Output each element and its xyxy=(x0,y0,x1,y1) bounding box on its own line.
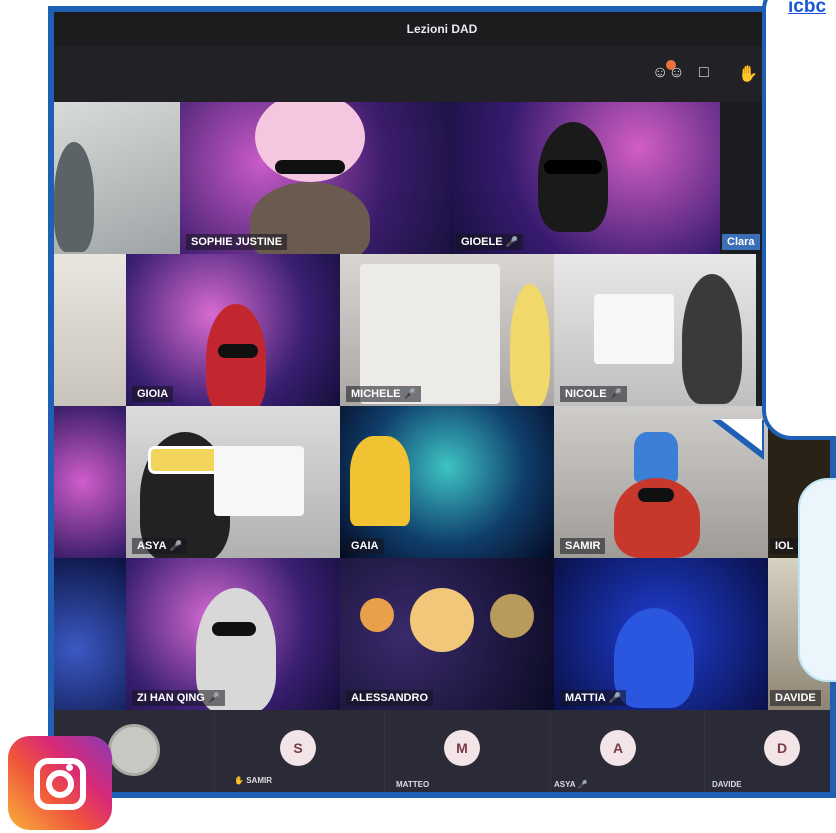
participant-strip: S ✋ SAMIR M MATTEO A ASYA 🎤 D DAVIDE xyxy=(54,710,830,792)
participant-name: Clara xyxy=(722,234,760,250)
participant-name: NICOLE 🎤 xyxy=(560,386,628,402)
mic-icon: 🎤 xyxy=(207,693,221,704)
participant-strip-name: MATTEO xyxy=(396,780,430,789)
avatar: A xyxy=(600,730,636,766)
video-tile[interactable]: GAIA xyxy=(340,406,554,558)
video-tile[interactable]: GIOELE 🎤 xyxy=(450,102,720,254)
mic-icon: 🎤 xyxy=(577,780,588,789)
mic-icon: 🎤 xyxy=(609,389,623,400)
speech-bubble xyxy=(762,0,836,440)
participant-name: MATTIA 🎤 xyxy=(560,690,627,706)
raise-hand-icon: ✋ xyxy=(234,776,244,785)
notification-badge xyxy=(666,60,676,70)
participant-name: DAVIDE xyxy=(770,690,821,706)
video-tile[interactable] xyxy=(54,406,126,558)
participant-name: ZI HAN QING 🎤 xyxy=(132,690,226,706)
participant-cell[interactable]: M MATTEO xyxy=(384,710,551,792)
participant-name: ALESSANDRO xyxy=(346,690,434,706)
participant-name: ASYA 🎤 xyxy=(132,538,188,554)
avatar: M xyxy=(444,730,480,766)
participant-name: SOPHIE JUSTINE xyxy=(186,234,288,250)
window-title: Lezioni DAD xyxy=(54,12,830,46)
video-tile[interactable]: MICHELE 🎤 xyxy=(340,254,554,406)
mic-icon: 🎤 xyxy=(403,389,416,400)
instagram-icon[interactable] xyxy=(8,736,112,830)
video-tile[interactable]: ZI HAN QING 🎤 xyxy=(126,558,340,710)
mic-icon: 🎤 xyxy=(608,693,622,704)
participant-name: MICHELE 🎤 xyxy=(346,386,421,402)
video-tile[interactable]: SOPHIE JUSTINE xyxy=(180,102,450,254)
video-tile[interactable]: NICOLE 🎤 xyxy=(554,254,756,406)
participant-name: GIOIA xyxy=(132,386,174,402)
participant-strip-name: ASYA 🎤 xyxy=(554,780,588,789)
video-tile[interactable]: MATTIA 🎤 xyxy=(554,558,768,710)
meeting-window: Lezioni DAD ☺☺ □ ✋ SOPHIE JUSTINE GIOELE… xyxy=(48,6,836,798)
chat-icon[interactable]: □ xyxy=(699,64,709,82)
mic-icon: 🎤 xyxy=(505,237,519,248)
instagram-lens-shape xyxy=(46,770,74,798)
video-tile[interactable]: ALESSANDRO xyxy=(340,558,554,710)
participant-cell[interactable]: S ✋ SAMIR xyxy=(214,710,385,792)
meeting-toolbar: ☺☺ □ ✋ xyxy=(54,46,830,102)
avatar: D xyxy=(764,730,800,766)
avatar: S xyxy=(280,730,316,766)
participant-name: GIOELE 🎤 xyxy=(456,234,524,250)
mic-icon: 🎤 xyxy=(169,541,183,552)
participant-cell[interactable]: D DAVIDE xyxy=(704,710,830,792)
instagram-dot-shape xyxy=(66,764,73,771)
video-tile[interactable] xyxy=(54,558,126,710)
participant-cell[interactable]: A ASYA 🎤 xyxy=(550,710,705,792)
participant-name: GAIA xyxy=(346,538,384,554)
bubble-link[interactable]: icbc xyxy=(788,0,826,18)
mascot-illustration xyxy=(798,478,836,682)
participant-strip-name: DAVIDE xyxy=(712,780,742,789)
video-grid: SOPHIE JUSTINE GIOELE 🎤 Clara GIOIA MICHE… xyxy=(54,102,830,710)
video-tile[interactable]: ASYA 🎤 xyxy=(126,406,340,558)
speech-bubble-tail-fill xyxy=(720,419,762,451)
avatar xyxy=(108,724,160,776)
video-tile[interactable]: GIOIA xyxy=(126,254,340,406)
video-tile[interactable] xyxy=(54,102,180,254)
participant-name: SAMIR xyxy=(560,538,606,554)
participant-name: IOL xyxy=(770,538,799,554)
video-tile[interactable] xyxy=(54,254,126,406)
raise-hand-icon[interactable]: ✋ xyxy=(738,64,758,84)
participant-strip-name: ✋ SAMIR xyxy=(234,776,272,785)
